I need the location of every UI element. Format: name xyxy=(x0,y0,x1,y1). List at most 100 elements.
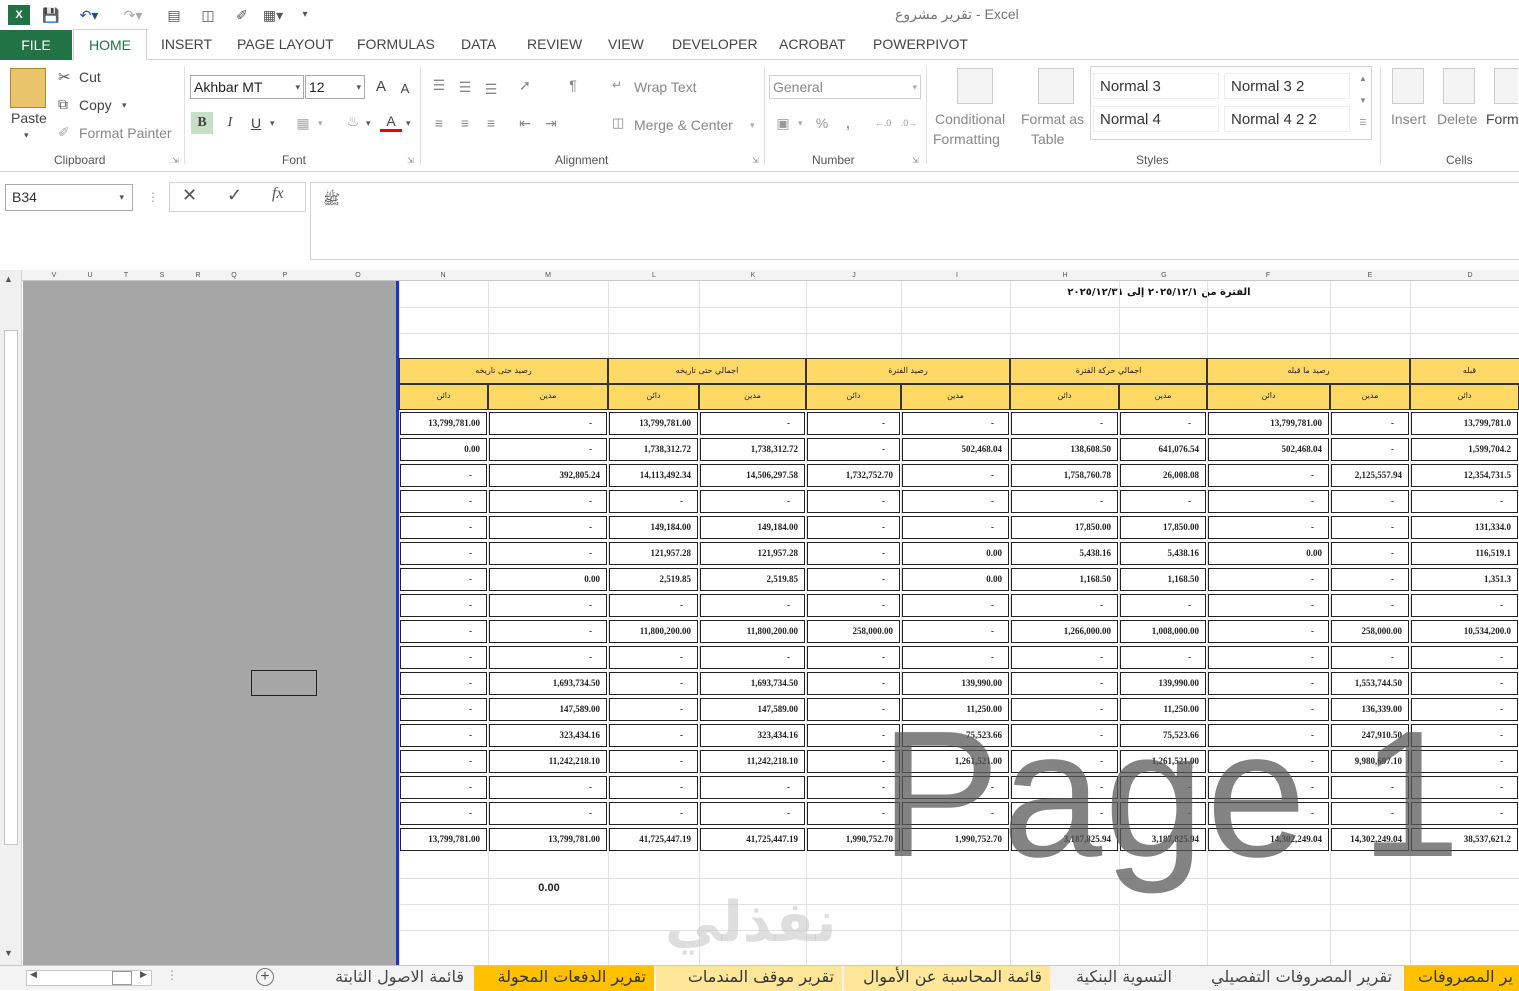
table-cell[interactable]: - xyxy=(400,594,487,617)
table-cell[interactable]: - xyxy=(400,802,487,825)
copy-dropdown-icon[interactable]: ▾ xyxy=(122,100,127,111)
underline-button[interactable]: U xyxy=(245,112,267,134)
table-cell[interactable]: 0.00 xyxy=(902,542,1009,565)
table-cell[interactable]: - xyxy=(902,594,1009,617)
save-icon[interactable]: 💾 xyxy=(40,5,62,25)
table-cell[interactable]: - xyxy=(1011,646,1118,669)
table-cell[interactable]: 11,242,218.10 xyxy=(489,750,607,773)
increase-indent-icon[interactable]: ⇥ xyxy=(540,112,562,134)
align-center-icon[interactable]: ≡ xyxy=(454,112,476,134)
font-color-button[interactable]: A xyxy=(380,110,402,132)
align-left-icon[interactable]: ≡ xyxy=(428,112,450,134)
table-cell[interactable]: 0.00 xyxy=(400,438,487,461)
table-cell[interactable]: 13,799,781.0 xyxy=(1411,412,1518,435)
table-cell[interactable]: 258,000.00 xyxy=(807,620,900,643)
page-setup-icon[interactable]: ◫ xyxy=(196,5,220,25)
tab-data[interactable]: DATA xyxy=(461,36,496,52)
active-cell[interactable] xyxy=(251,670,317,696)
table-cell[interactable]: - xyxy=(1208,516,1329,539)
table-cell[interactable]: - xyxy=(807,568,900,591)
number-format-box[interactable]: General ▾ xyxy=(769,75,921,99)
underline-dropdown-icon[interactable]: ▾ xyxy=(270,118,275,129)
table-cell[interactable]: - xyxy=(902,646,1009,669)
undo-icon[interactable]: ↶▾ xyxy=(74,5,104,25)
column-header-o[interactable]: O xyxy=(355,270,360,281)
table-cell[interactable]: - xyxy=(700,776,805,799)
font-size-dropdown-icon[interactable]: ▾ xyxy=(356,76,361,98)
column-header-p[interactable]: P xyxy=(283,270,288,281)
table-cell[interactable]: 2,125,557.94 xyxy=(1331,464,1409,487)
table-cell[interactable]: 13,799,781.00 xyxy=(400,412,487,435)
column-header-i[interactable]: I xyxy=(956,270,958,281)
table-cell[interactable]: 14,506,297.58 xyxy=(700,464,805,487)
table-cell[interactable]: - xyxy=(1411,490,1518,513)
extra-value-cell[interactable]: 0.00 xyxy=(519,882,579,894)
alignment-launcher-icon[interactable]: ⇲ xyxy=(752,156,759,165)
table-cell[interactable]: 1,553,744.50 xyxy=(1331,672,1409,695)
cut-button[interactable]: Cut xyxy=(79,69,101,85)
table-cell[interactable]: 0.00 xyxy=(902,568,1009,591)
column-header-q[interactable]: Q xyxy=(231,270,236,281)
table-cell[interactable]: - xyxy=(400,542,487,565)
increase-decimal-icon[interactable]: ←.0 xyxy=(872,112,894,134)
percent-style-button[interactable]: % xyxy=(811,112,833,134)
delete-cells-icon[interactable] xyxy=(1443,68,1475,104)
table-cell[interactable]: 1,351.3 xyxy=(1411,568,1518,591)
column-header-n[interactable]: N xyxy=(440,270,445,281)
tab-insert[interactable]: INSERT xyxy=(161,36,212,52)
column-header-j[interactable]: J xyxy=(852,270,856,281)
table-cell[interactable]: 11,800,200.00 xyxy=(609,620,698,643)
scroll-right-icon[interactable]: ▶ xyxy=(140,969,147,980)
table-cell[interactable]: - xyxy=(1208,646,1329,669)
table-cell[interactable]: 1,266,000.00 xyxy=(1011,620,1118,643)
table-cell[interactable]: - xyxy=(1208,568,1329,591)
table-cell[interactable]: - xyxy=(1208,620,1329,643)
wrap-text-button[interactable]: Wrap Text xyxy=(634,79,697,95)
scroll-down-icon[interactable]: ▼ xyxy=(4,948,13,958)
font-name-box[interactable]: Akhbar MT ▾ xyxy=(190,75,304,99)
column-header-g[interactable]: G xyxy=(1161,270,1166,281)
table-cell[interactable]: - xyxy=(400,750,487,773)
orientation-icon[interactable]: ➚ xyxy=(514,74,536,96)
sheet-tab-1[interactable]: قائمة الاصول الثابتة xyxy=(314,966,472,991)
align-bottom-icon[interactable]: ☰ xyxy=(480,78,502,100)
column-header-e[interactable]: E xyxy=(1368,270,1373,281)
table-cell[interactable]: 1,693,734.50 xyxy=(700,672,805,695)
table-cell[interactable]: - xyxy=(609,698,698,721)
table-cell[interactable]: 5,438.16 xyxy=(1120,542,1206,565)
borders-qat-icon[interactable]: ▦▾ xyxy=(256,5,290,25)
table-cell[interactable]: 1,738,312.72 xyxy=(609,438,698,461)
hscroll-thumb[interactable] xyxy=(112,971,132,985)
table-cell[interactable]: 139,990.00 xyxy=(1120,672,1206,695)
sheet-tab-3[interactable]: تقرير موقف المندمات xyxy=(656,966,842,991)
table-cell[interactable]: - xyxy=(1331,438,1409,461)
table-cell[interactable]: 502,468.04 xyxy=(902,438,1009,461)
vertical-scrollbar[interactable]: ▲ ▼ xyxy=(0,270,22,965)
column-header-k[interactable]: K xyxy=(751,270,756,281)
new-sheet-icon[interactable]: + xyxy=(256,968,274,986)
tab-acrobat[interactable]: ACROBAT xyxy=(779,36,846,52)
table-cell[interactable]: - xyxy=(400,672,487,695)
rtl-direction-icon[interactable]: ¶ xyxy=(562,74,584,96)
styles-scroll-icon[interactable]: ▲ ▼ ☰ xyxy=(1357,68,1369,136)
sheet-tab-6[interactable]: تقرير المصروفات التفصيلي xyxy=(1182,966,1400,991)
table-cell[interactable]: - xyxy=(609,490,698,513)
comma-style-button[interactable]: , xyxy=(837,112,859,134)
table-cell[interactable]: 1,008,000.00 xyxy=(1120,620,1206,643)
italic-button[interactable]: I xyxy=(219,112,241,134)
table-cell[interactable]: - xyxy=(700,490,805,513)
table-cell[interactable]: - xyxy=(902,620,1009,643)
table-cell[interactable]: - xyxy=(700,594,805,617)
table-cell[interactable]: - xyxy=(807,490,900,513)
conditional-formatting-icon[interactable] xyxy=(957,68,993,104)
accounting-format-icon[interactable]: ▣ xyxy=(772,112,794,134)
sheet-tab-2[interactable]: تقرير الدفعات المحولة xyxy=(474,966,654,991)
table-cell[interactable]: - xyxy=(609,724,698,747)
insert-cells-icon[interactable] xyxy=(1392,68,1424,104)
table-cell[interactable]: - xyxy=(1411,672,1518,695)
paste-button[interactable]: Paste xyxy=(11,110,47,126)
table-cell[interactable]: - xyxy=(400,724,487,747)
table-cell[interactable]: 149,184.00 xyxy=(609,516,698,539)
table-cell[interactable]: 12,354,731.5 xyxy=(1411,464,1518,487)
table-cell[interactable]: 131,334.0 xyxy=(1411,516,1518,539)
